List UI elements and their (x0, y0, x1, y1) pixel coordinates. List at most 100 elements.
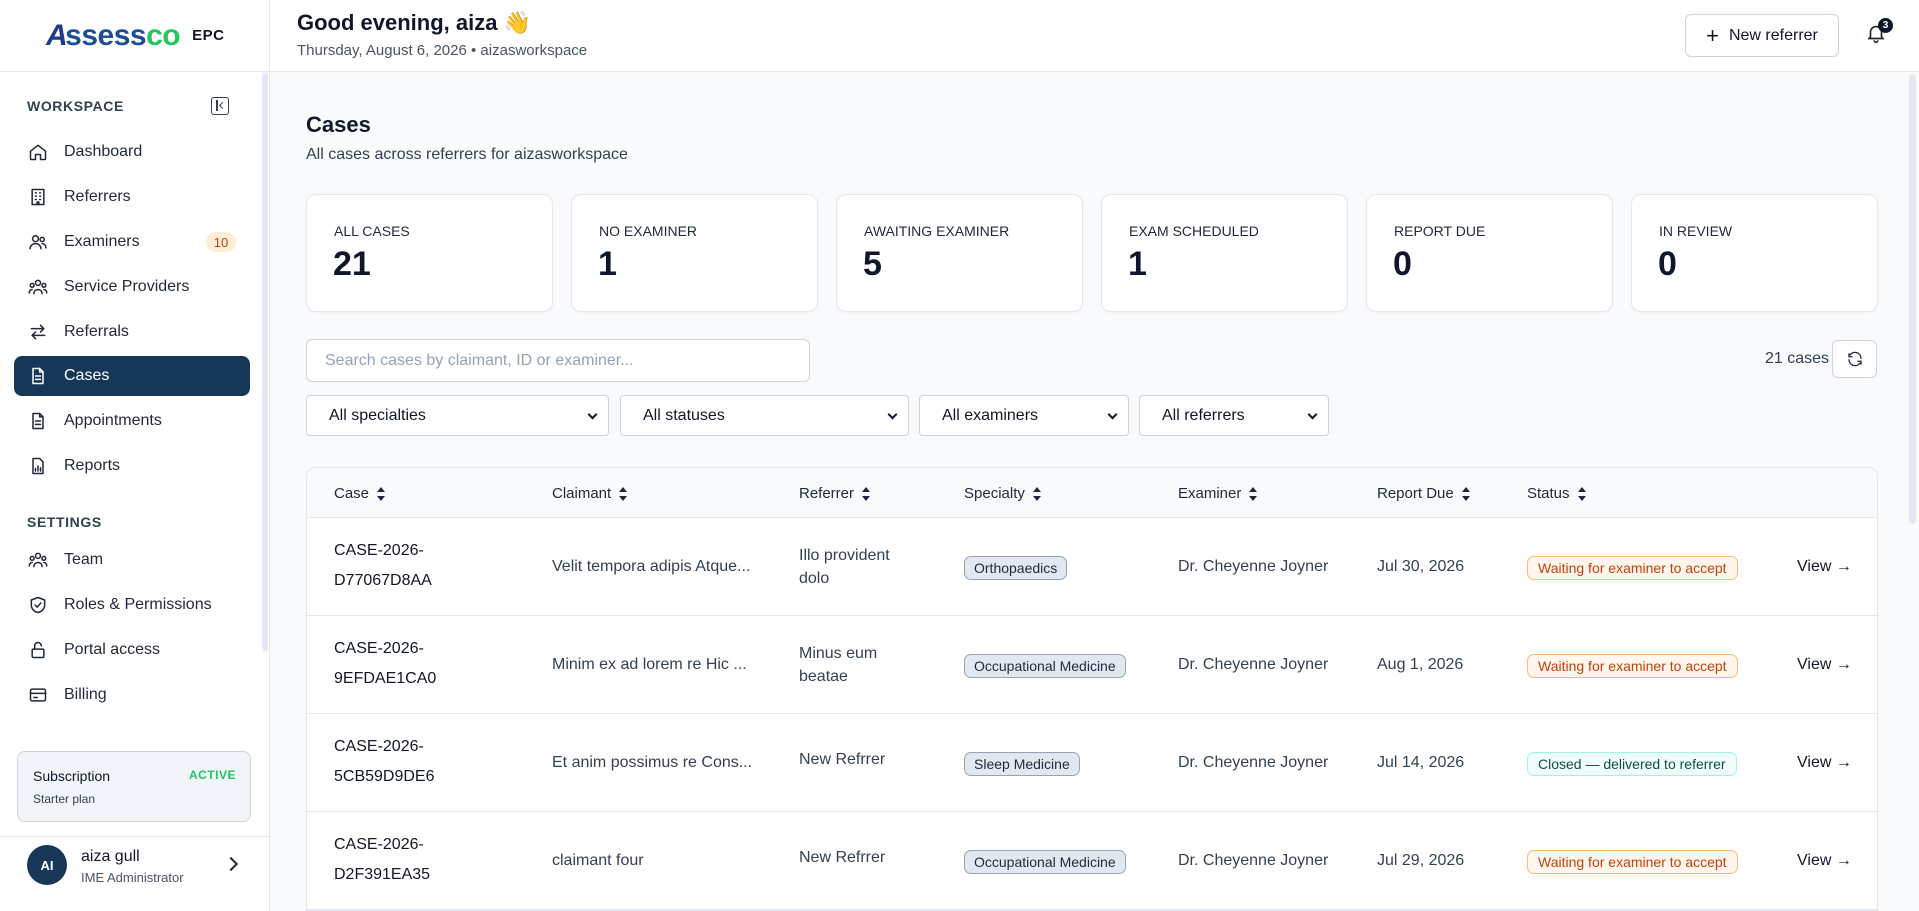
column-header-report-due[interactable]: Report Due (1377, 485, 1470, 502)
examiner-filter-select[interactable]: All examiners (919, 395, 1129, 436)
table-row[interactable]: CASE-2026- D2F391EA35 claimant four New R… (307, 812, 1877, 910)
examiner-name: Dr. Cheyenne Joyner (1178, 558, 1329, 575)
sidebar-item-label: Reports (64, 457, 121, 474)
column-header-referrer[interactable]: Referrer (799, 485, 871, 502)
subscription-title: Subscription (33, 768, 111, 784)
sidebar-scrollbar[interactable] (262, 74, 268, 650)
report-due-date: Jul 30, 2026 (1377, 558, 1465, 575)
table-row[interactable]: CASE-2026- 9EFDAE1CA0 Minim ex ad lorem r… (307, 616, 1877, 714)
sidebar-item-service-providers[interactable]: Service Providers (14, 267, 250, 307)
specialty-filter-select[interactable]: All specialties (306, 395, 609, 436)
sidebar-item-roles-permissions[interactable]: Roles & Permissions (14, 585, 250, 625)
sidebar-item-referrers[interactable]: Referrers (14, 177, 250, 217)
view-case-link[interactable]: View → (1797, 748, 1852, 778)
referrer-filter-value: All referrers (1162, 406, 1245, 424)
subscription-card[interactable]: Subscription ACTIVE Starter plan (17, 751, 251, 822)
column-header-examiner[interactable]: Examiner (1178, 485, 1258, 502)
logo-text-co: co (146, 18, 181, 52)
case-id-prefix: CASE-2026- (334, 738, 424, 755)
examiner-filter-value: All examiners (942, 406, 1039, 424)
collapse-sidebar-icon[interactable] (211, 97, 229, 115)
case-count: 21 cases (1765, 350, 1830, 367)
table-row[interactable]: CASE-2026- D77067D8AA Velit tempora adipi… (307, 518, 1877, 616)
claimant-name: Velit tempora adipis Atque... (552, 558, 751, 575)
referrer-filter-select[interactable]: All referrers (1139, 395, 1329, 436)
case-id: CASE-2026- D77067D8AA (334, 536, 494, 596)
sidebar-item-label: Team (64, 551, 104, 568)
table-row[interactable]: CASE-2026- 5CB59D9DE6 Et anim possimus re… (307, 714, 1877, 812)
column-header-label: Specialty (964, 485, 1025, 502)
user-name: aiza gull (81, 848, 140, 865)
column-header-label: Status (1527, 485, 1570, 502)
lock-icon (28, 640, 48, 660)
sort-icon (1249, 486, 1258, 502)
cases-table: Case Claimant Referrer Specialty Examine… (306, 467, 1878, 911)
status-badge: Closed — delivered to referrer (1527, 752, 1737, 776)
sidebar-item-portal-access[interactable]: Portal access (14, 630, 250, 670)
sidebar-item-label: Dashboard (64, 143, 143, 160)
stat-card-exam-scheduled[interactable]: EXAM SCHEDULED 1 (1101, 194, 1348, 312)
stat-label: EXAM SCHEDULED (1129, 223, 1259, 239)
search-input[interactable] (306, 339, 810, 382)
status-filter-select[interactable]: All statuses (620, 395, 909, 436)
logo-letter-a: A (46, 18, 68, 52)
document-icon (28, 411, 48, 431)
stat-card-all-cases[interactable]: ALL CASES 21 (306, 194, 553, 312)
view-case-link[interactable]: View → (1797, 552, 1852, 582)
column-header-case[interactable]: Case (334, 485, 386, 502)
sidebar-item-referrals[interactable]: Referrals (14, 312, 250, 352)
column-header-label: Examiner (1178, 485, 1242, 502)
sort-icon (862, 486, 871, 502)
view-case-link[interactable]: View → (1797, 650, 1852, 680)
case-id-suffix: 9EFDAE1CA0 (334, 670, 437, 687)
sidebar-item-cases[interactable]: Cases (14, 356, 250, 396)
case-id: CASE-2026- 5CB59D9DE6 (334, 732, 494, 792)
sidebar-item-reports[interactable]: Reports (14, 446, 250, 486)
stat-label: NO EXAMINER (599, 223, 698, 239)
assessco-logo[interactable]: Assess co (46, 18, 181, 53)
sidebar-item-label: Cases (64, 367, 110, 384)
stat-card-in-review[interactable]: IN REVIEW 0 (1631, 194, 1878, 312)
column-header-label: Case (334, 485, 370, 502)
case-id-suffix: D2F391EA35 (334, 866, 431, 883)
referrer-name: New Refrrer (799, 849, 886, 866)
report-due-date: Aug 1, 2026 (1377, 656, 1464, 673)
sidebar-item-dashboard[interactable]: Dashboard (14, 132, 250, 172)
case-id: CASE-2026- D2F391EA35 (334, 830, 494, 890)
chevron-down-icon (887, 409, 898, 420)
refresh-button[interactable] (1832, 340, 1877, 378)
case-id: CASE-2026- 9EFDAE1CA0 (334, 634, 494, 694)
specialty-filter-value: All specialties (329, 406, 426, 424)
sidebar-item-appointments[interactable]: Appointments (14, 401, 250, 441)
column-header-label: Report Due (1377, 485, 1454, 502)
column-header-status[interactable]: Status (1527, 485, 1586, 502)
new-referrer-button[interactable]: + New referrer (1685, 14, 1839, 57)
logo-text-ssess: ssess (65, 18, 147, 52)
building-icon (28, 187, 48, 207)
stat-label: IN REVIEW (1659, 223, 1733, 239)
stat-card-no-examiner[interactable]: NO EXAMINER 1 (571, 194, 818, 312)
column-header-specialty[interactable]: Specialty (964, 485, 1041, 502)
stat-card-report-due[interactable]: REPORT DUE 0 (1366, 194, 1613, 312)
sidebar-item-team[interactable]: Team (14, 540, 250, 580)
case-id-prefix: CASE-2026- (334, 836, 424, 853)
new-referrer-label: New referrer (1728, 26, 1818, 44)
chevron-right-icon[interactable] (223, 856, 239, 872)
sidebar-item-examiners[interactable]: Examiners 10 (14, 222, 250, 262)
view-case-link[interactable]: View → (1797, 846, 1852, 876)
report-due-date: Jul 14, 2026 (1377, 754, 1465, 771)
case-id-prefix: CASE-2026- (334, 640, 424, 657)
user-menu[interactable]: AI aiza gull IME Administrator (0, 836, 270, 911)
status-badge: Waiting for examiner to accept (1527, 556, 1738, 580)
sort-icon (377, 486, 386, 502)
referrer-name: New Refrrer (799, 751, 886, 768)
stat-value: 5 (863, 245, 882, 283)
shield-icon (28, 595, 48, 615)
top-header: Good evening, aiza 👋 Thursday, August 6,… (270, 0, 1919, 72)
sort-icon (1577, 486, 1586, 502)
page-scrollbar[interactable] (1909, 74, 1916, 524)
referrer-name: Minus eum beatae (799, 645, 878, 685)
stat-card-awaiting-examiner[interactable]: AWAITING EXAMINER 5 (836, 194, 1083, 312)
column-header-claimant[interactable]: Claimant (552, 485, 628, 502)
sidebar-item-billing[interactable]: Billing (14, 675, 250, 715)
